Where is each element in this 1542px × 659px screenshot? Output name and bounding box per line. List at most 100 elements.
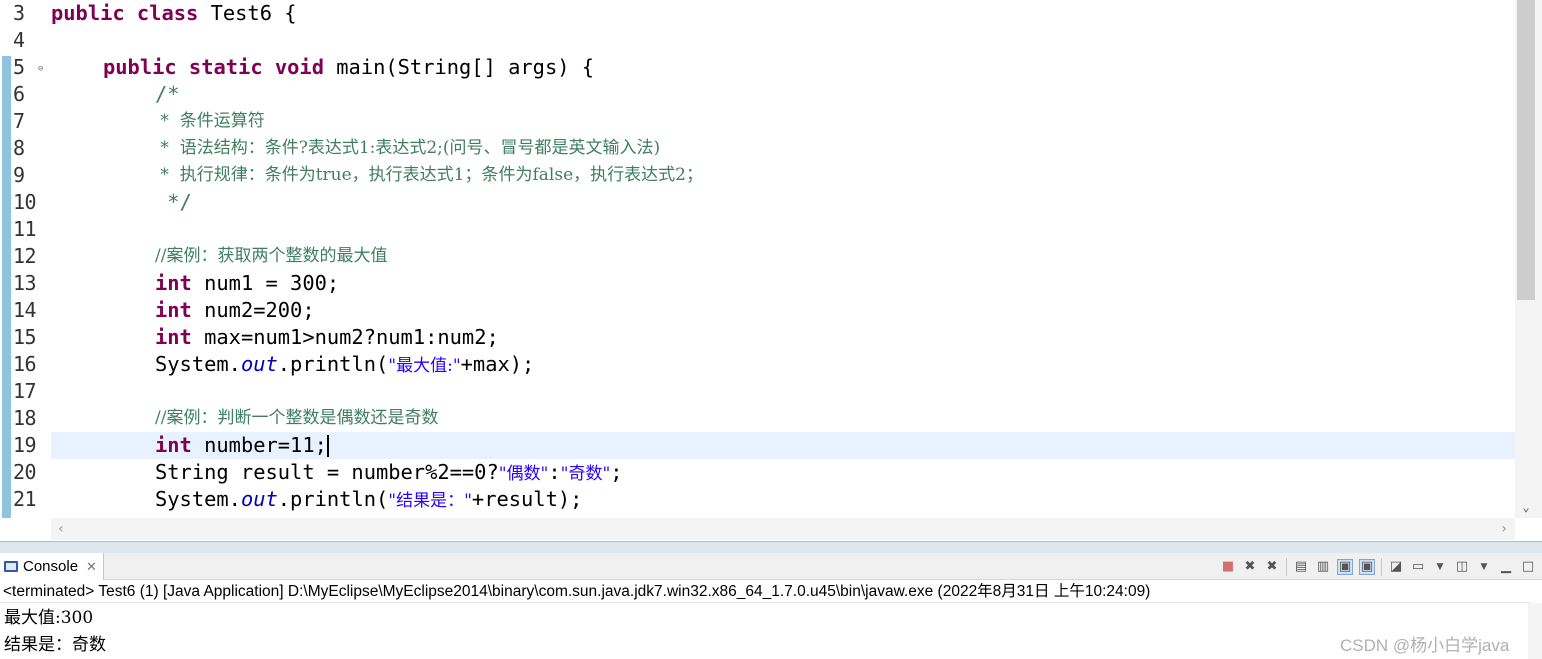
code-line-8: * 语法结构：条件?表达式1:表达式2;(问号、冒号都是英文输入法) <box>155 138 661 158</box>
line-number: 17 <box>13 379 37 403</box>
code-line-20: String result = number%2==0?"偶数":"奇数"; <box>155 459 623 486</box>
console-tab-bar: Console ✕ ■ ✖ ✖ ▤ ▥ ▣ ▣ ◪ ▭ ▼ ◫ ▼ ▁ □ <box>0 553 1542 580</box>
scroll-right-arrow-icon[interactable]: › <box>1494 518 1514 540</box>
code-editor[interactable]: 3 4 5 6 7 8 9 10 11 12 13 14 15 16 17 18 19 20 21 ⊖ public… <box>0 0 1542 541</box>
string-literal: "最大值:" <box>388 356 461 376</box>
show-on-stderr-icon[interactable]: ▣ <box>1359 558 1375 575</box>
code-line-14: int num2=200; <box>155 297 315 324</box>
scroll-lock-icon[interactable]: ▥ <box>1315 559 1331 575</box>
line-number: 6 <box>13 82 25 106</box>
code-line-5: public static void main(String[] args) { <box>103 54 594 81</box>
toolbar-divider <box>1286 557 1287 576</box>
string-literal: "奇数" <box>560 464 611 484</box>
remove-launch-icon[interactable]: ✖ <box>1242 559 1258 575</box>
keyword: int <box>155 325 192 349</box>
keyword: public static void <box>103 55 324 79</box>
string-literal: "结果是：" <box>388 491 472 511</box>
keyword: int <box>155 271 192 295</box>
field-ref: out <box>240 487 278 511</box>
view-separator[interactable] <box>0 541 1542 553</box>
display-console-dropdown-icon[interactable]: ▼ <box>1432 559 1448 575</box>
keyword: public class <box>51 1 199 25</box>
code-text: num2=200; <box>191 298 315 322</box>
tab-console-label: Console <box>23 558 79 575</box>
console-output-line: 最大值:300 <box>4 604 93 631</box>
line-number: 4 <box>13 28 25 52</box>
code-text: +result); <box>471 487 583 511</box>
code-line-21: System.out.println("结果是："+result); <box>155 486 582 513</box>
output-text: 最大值:300 <box>4 608 94 628</box>
line-number: 15 <box>13 325 37 349</box>
code-line-18: //案例：判断一个整数是偶数还是奇数 <box>155 408 439 428</box>
console-vertical-scrollbar[interactable] <box>1528 603 1542 659</box>
line-number: 13 <box>13 271 37 295</box>
clear-console-icon[interactable]: ▤ <box>1293 559 1309 575</box>
code-text: Test6 { <box>198 1 297 25</box>
line-number: 16 <box>13 352 37 376</box>
code-line-15: int max=num1>num2?num1:num2; <box>155 324 499 351</box>
code-line-16: System.out.println("最大值:"+max); <box>155 351 534 378</box>
code-text: .println( <box>277 487 389 511</box>
code-line-7: * 条件运算符 <box>155 111 265 131</box>
tab-console[interactable]: Console ✕ <box>0 553 104 580</box>
scroll-down-arrow-icon[interactable]: ⌄ <box>1515 497 1537 517</box>
console-view: Console ✕ ■ ✖ ✖ ▤ ▥ ▣ ▣ ◪ ▭ ▼ ◫ ▼ ▁ □ <t… <box>0 553 1542 659</box>
line-number: 20 <box>13 460 37 484</box>
code-text: num1 = 300; <box>191 271 340 295</box>
line-number: 11 <box>13 217 37 241</box>
string-literal: "偶数" <box>498 464 549 484</box>
line-number: 10 <box>13 190 37 214</box>
toolbar-divider <box>1381 557 1382 576</box>
open-console-icon[interactable]: ◫ <box>1454 559 1470 575</box>
code-text: .println( <box>277 352 389 376</box>
line-number: 7 <box>13 109 25 133</box>
code-text: +max); <box>460 352 535 376</box>
minimize-icon[interactable]: ▁ <box>1498 559 1514 575</box>
line-number: 18 <box>13 406 37 430</box>
code-line-6: /* <box>155 82 180 106</box>
line-number: 8 <box>13 136 25 160</box>
fold-collapse-icon[interactable]: ⊖ <box>38 64 43 74</box>
maximize-icon[interactable]: □ <box>1520 559 1536 575</box>
code-text: max=num1>num2?num1:num2; <box>191 325 499 349</box>
code-line-3: public class Test6 { <box>51 0 297 27</box>
show-on-stdout-icon[interactable]: ▣ <box>1337 558 1353 575</box>
terminate-icon[interactable]: ■ <box>1220 559 1236 575</box>
change-bar <box>2 56 11 518</box>
code-text: ; <box>610 460 623 484</box>
code-line-9: * 执行规律：条件为true，执行表达式1；条件为false，执行表达式2； <box>155 165 703 185</box>
display-selected-console-icon[interactable]: ▭ <box>1410 559 1426 575</box>
line-number: 12 <box>13 244 37 268</box>
code-text: : <box>548 460 561 484</box>
console-toolbar: ■ ✖ ✖ ▤ ▥ ▣ ▣ ◪ ▭ ▼ ◫ ▼ ▁ □ <box>1220 553 1536 580</box>
scroll-left-arrow-icon[interactable]: ‹ <box>51 518 71 540</box>
overview-ruler <box>0 0 14 518</box>
watermark: CSDN @杨小白学java <box>1340 636 1510 655</box>
console-icon <box>4 561 18 572</box>
text-caret <box>326 435 329 457</box>
output-text: 结果是：奇数 <box>4 635 106 655</box>
keyword: int <box>155 298 192 322</box>
line-number: 21 <box>13 487 37 511</box>
open-console-dropdown-icon[interactable]: ▼ <box>1476 559 1492 575</box>
code-text: System. <box>155 352 241 376</box>
close-icon[interactable]: ✕ <box>86 559 97 575</box>
code-text: main(String[] args) { <box>323 55 595 79</box>
keyword: int <box>155 433 192 457</box>
line-number: 3 <box>13 1 25 25</box>
pin-console-icon[interactable]: ◪ <box>1388 559 1404 575</box>
horizontal-scrollbar[interactable] <box>51 518 1515 540</box>
code-line-12: //案例：获取两个整数的最大值 <box>155 246 388 266</box>
console-status-line: <terminated> Test6 (1) [Java Application… <box>3 583 1151 600</box>
remove-all-terminated-icon[interactable]: ✖ <box>1264 559 1280 575</box>
console-output-line: 结果是：奇数 <box>4 631 106 658</box>
code-line-13: int num1 = 300; <box>155 270 339 297</box>
code-text: System. <box>155 487 241 511</box>
line-number: 9 <box>13 163 25 187</box>
code-line-19: int number=11; <box>155 432 329 459</box>
code-text: number=11; <box>191 433 327 457</box>
field-ref: out <box>240 352 278 376</box>
vertical-scroll-thumb[interactable] <box>1517 0 1535 300</box>
code-line-10: */ <box>155 190 192 214</box>
line-number: 14 <box>13 298 37 322</box>
